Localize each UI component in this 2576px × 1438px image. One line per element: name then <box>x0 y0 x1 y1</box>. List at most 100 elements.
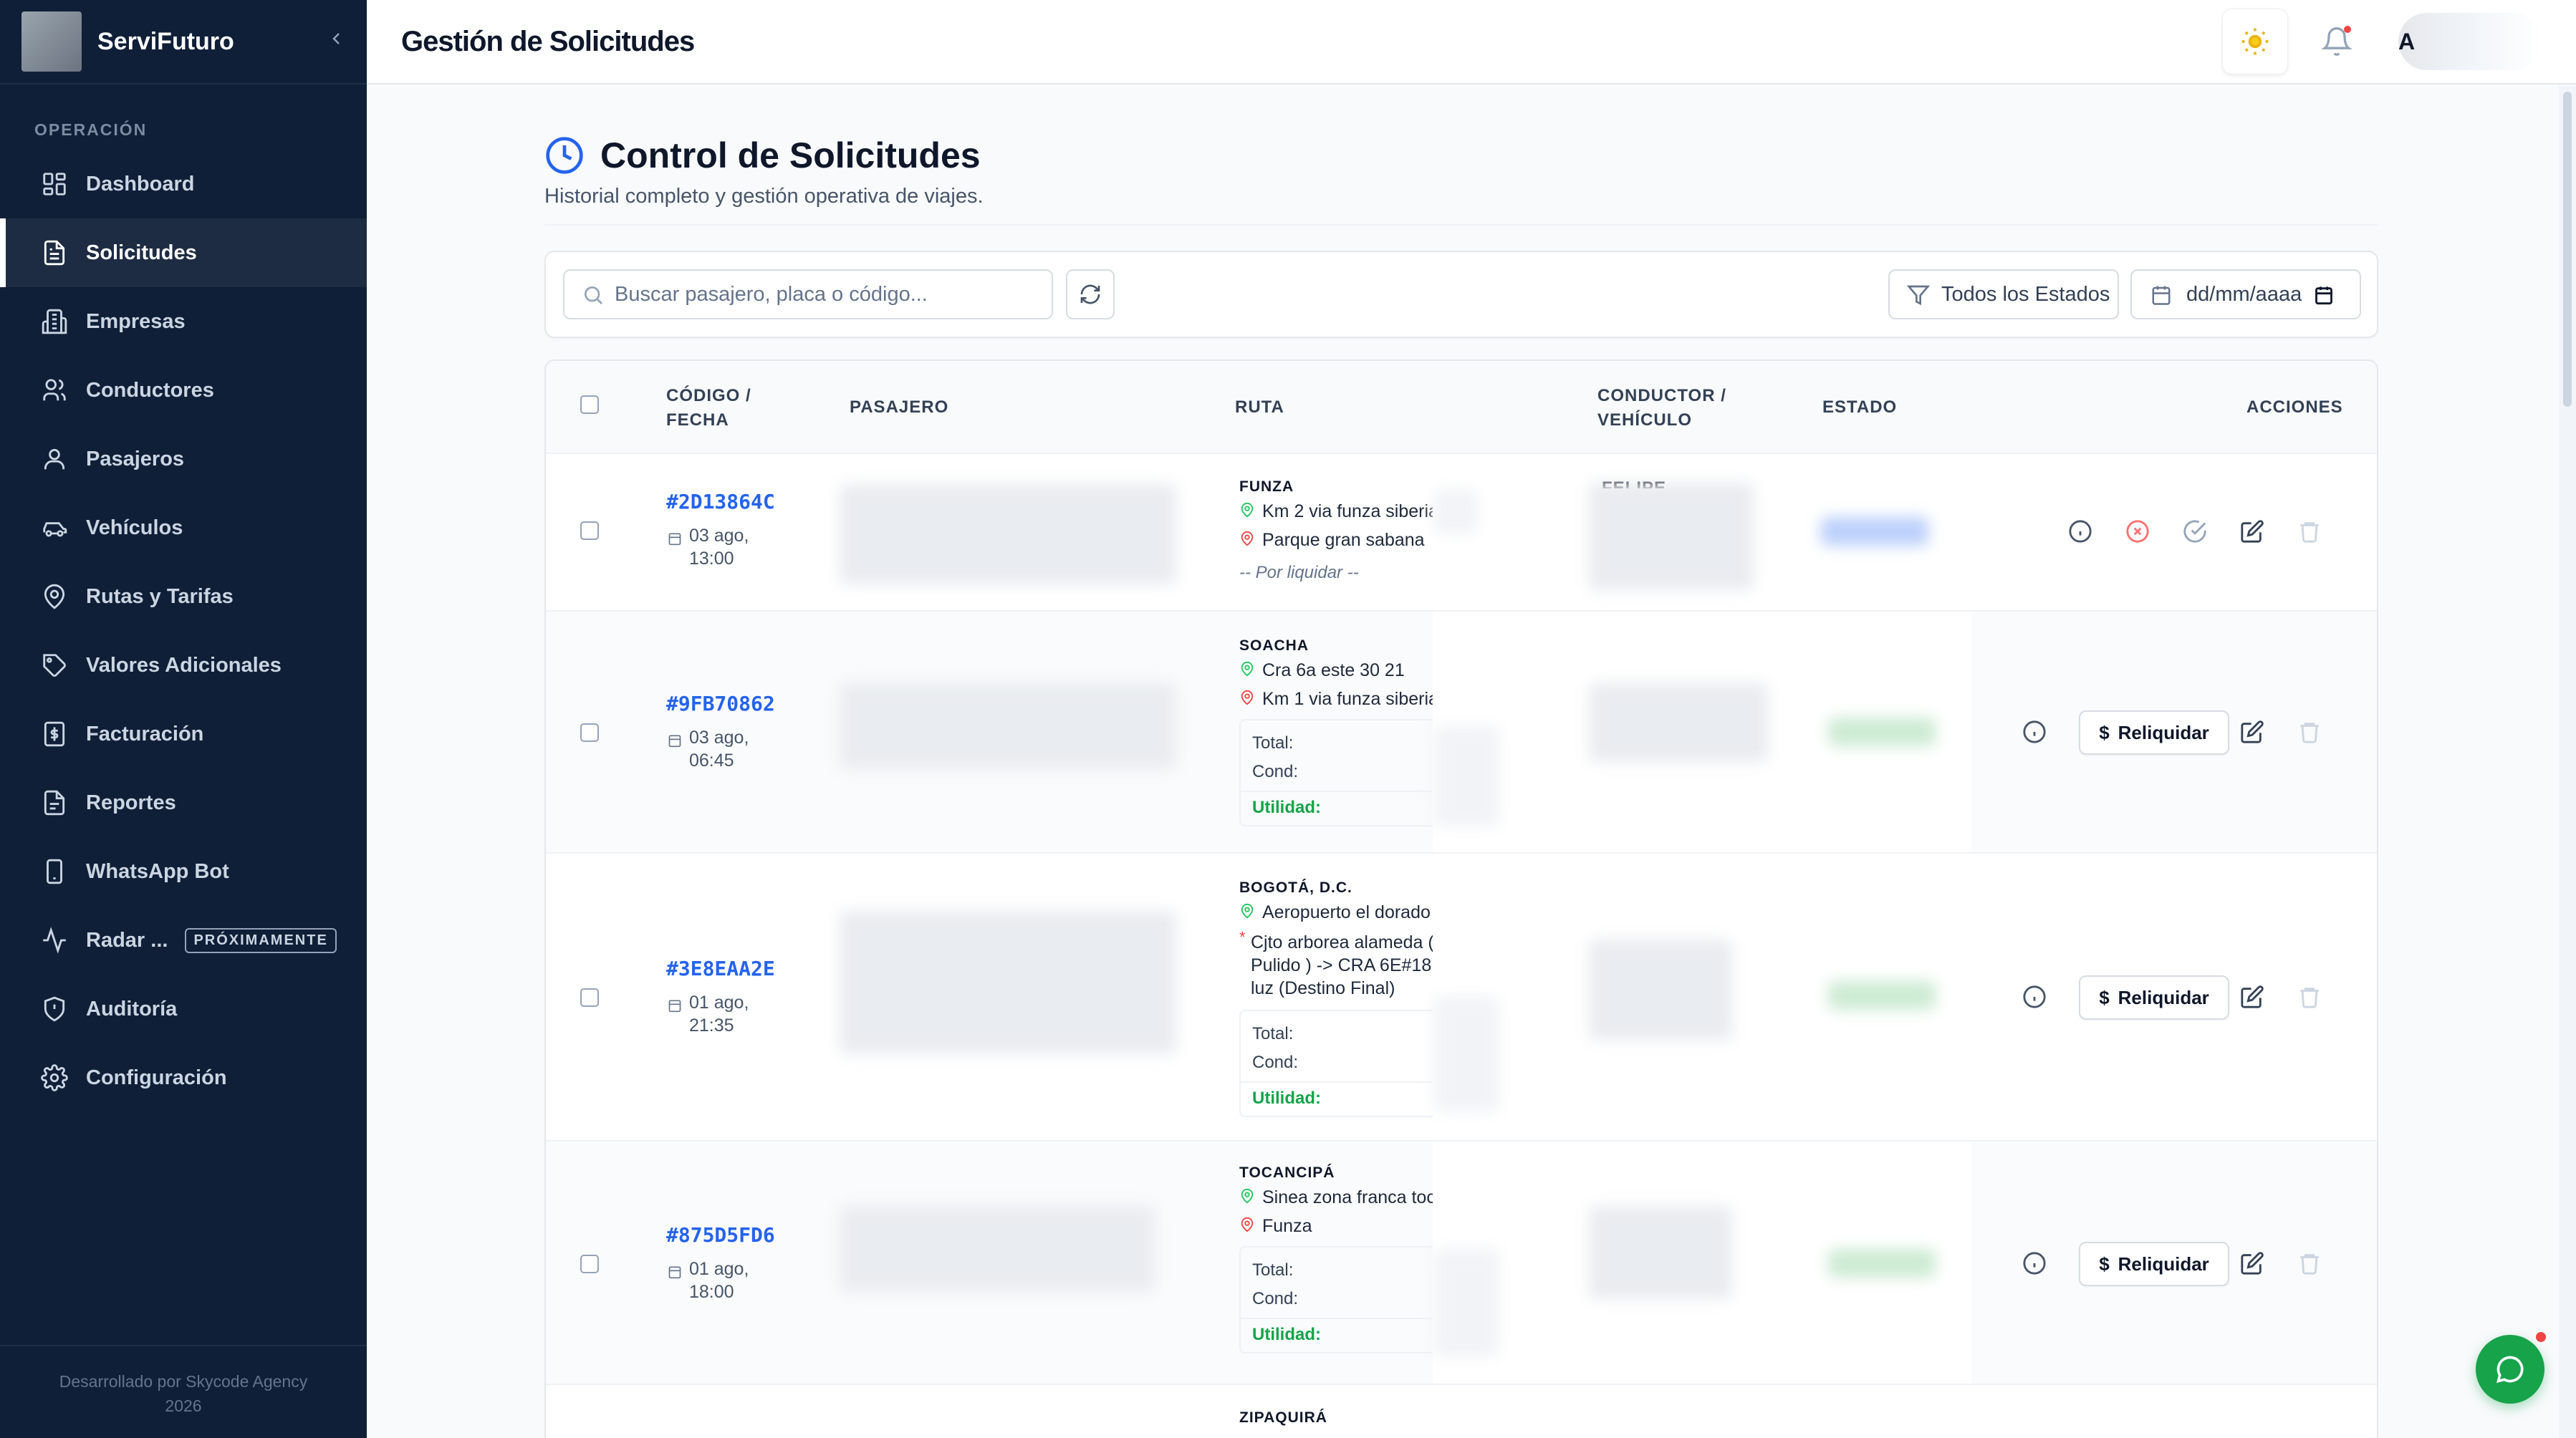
destination-pin-icon <box>1241 1217 1254 1232</box>
check-circle-icon <box>2183 520 2206 543</box>
sidebar-item-solicitudes[interactable]: Solicitudes <box>0 218 367 287</box>
header-line: VEHÍCULO <box>1597 410 1693 430</box>
request-code-link[interactable]: #9FB70862 <box>666 692 775 715</box>
sidebar-item-label: Conductores <box>86 378 214 402</box>
sidebar-item-configuracion[interactable]: Configuración <box>0 1043 367 1112</box>
details-button[interactable] <box>2020 983 2049 1011</box>
sidebar-item-label: Pasajeros <box>86 447 185 471</box>
sidebar-item-label: Solicitudes <box>86 241 197 264</box>
column-header-status: ESTADO <box>1822 397 1898 417</box>
details-button[interactable] <box>2020 1249 2049 1278</box>
sidebar-item-auditoria[interactable]: Auditoría <box>0 975 367 1043</box>
destination-pin-icon <box>1241 531 1254 546</box>
sidebar-item-label: WhatsApp Bot <box>86 859 229 883</box>
invoice-icon <box>40 720 69 748</box>
sidebar-item-pasajeros[interactable]: Pasajeros <box>0 425 367 493</box>
edit-button[interactable] <box>2238 1249 2267 1278</box>
calendar-icon <box>2152 286 2171 305</box>
edit-icon <box>2241 520 2264 543</box>
header-line: CONDUCTOR / <box>1597 386 1726 405</box>
row-checkbox[interactable] <box>580 723 599 742</box>
theme-toggle-button[interactable] <box>2222 9 2288 74</box>
details-button[interactable] <box>2020 718 2049 746</box>
chevron-left-icon <box>332 32 340 44</box>
delete-button[interactable] <box>2295 718 2324 746</box>
details-button[interactable] <box>2066 517 2095 546</box>
reliquidar-button[interactable]: $ Reliquidar <box>2079 710 2229 755</box>
passenger-redacted <box>840 683 1176 769</box>
sidebar-item-rutas[interactable]: Rutas y Tarifas <box>0 562 367 631</box>
sidebar-item-label: Reportes <box>86 791 176 814</box>
page-scrollbar[interactable] <box>2559 86 2576 1438</box>
complete-request-button[interactable] <box>2181 517 2209 546</box>
edit-icon <box>2241 1252 2264 1275</box>
sidebar-item-facturacion[interactable]: Facturación <box>0 700 367 768</box>
cond-label: Cond: <box>1252 762 1299 781</box>
map-pin-icon <box>40 582 69 611</box>
notifications-button[interactable] <box>2304 9 2370 74</box>
select-all-checkbox[interactable] <box>580 395 599 414</box>
status-badge <box>1828 1249 1936 1278</box>
x-circle-icon <box>2126 520 2149 543</box>
driver-redacted <box>1589 683 1768 762</box>
refresh-button[interactable] <box>1066 269 1115 319</box>
requests-table: CÓDIGO / FECHA PASAJERO RUTA CONDUCTOR /… <box>544 360 2378 1438</box>
route-origin: Cra 6a este 30 21 <box>1239 660 1437 681</box>
sidebar-item-vehiculos[interactable]: Vehículos <box>0 493 367 562</box>
building-icon <box>40 307 69 336</box>
scrollbar-thumb[interactable] <box>2563 92 2572 407</box>
sidebar-item-conductores[interactable]: Conductores <box>0 356 367 425</box>
info-icon <box>2023 985 2046 1008</box>
sidebar-item-label: Auditoría <box>86 997 178 1020</box>
edit-button[interactable] <box>2238 983 2267 1011</box>
sidebar-item-empresas[interactable]: Empresas <box>0 287 367 356</box>
row-checkbox[interactable] <box>580 1255 599 1273</box>
total-label: Total: <box>1252 1024 1294 1043</box>
filter-bar: Buscar pasajero, placa o código... Todos… <box>544 251 2378 338</box>
sidebar-item-reportes[interactable]: Reportes <box>0 768 367 837</box>
sidebar-item-radar[interactable]: Radar ... PRÓXIMAMENTE <box>0 906 367 975</box>
chat-button[interactable] <box>2476 1335 2544 1404</box>
request-code-link[interactable]: #2D13864C <box>666 490 775 513</box>
route-destination-text: Cjto arborea alameda ( Pulido ) -> CRA 6… <box>1251 932 1434 998</box>
route-city: FUNZA <box>1239 478 1294 495</box>
total-label: Total: <box>1252 733 1294 753</box>
money-divider <box>1241 791 1436 792</box>
sidebar-item-dashboard[interactable]: Dashboard <box>0 150 367 218</box>
request-date: 03 ago, 13:00 <box>668 524 749 570</box>
route-origin-text: Km 2 via funza siberia <box>1262 501 1437 521</box>
edit-button[interactable] <box>2238 718 2267 746</box>
date-filter-input[interactable]: dd/mm/aaaa <box>2130 269 2361 319</box>
collapse-sidebar-button[interactable] <box>328 28 345 56</box>
route-destination-text: Km 1 via funza siberia <box>1262 689 1437 709</box>
request-code-link[interactable]: #875D5FD6 <box>666 1223 775 1247</box>
utility-label: Utilidad: <box>1252 1089 1321 1108</box>
edit-button[interactable] <box>2238 517 2267 546</box>
search-input[interactable]: Buscar pasajero, placa o código... <box>563 269 1053 319</box>
utility-label: Utilidad: <box>1252 798 1321 817</box>
sun-icon <box>2241 28 2269 55</box>
delete-button[interactable] <box>2295 1249 2324 1278</box>
origin-pin-icon <box>1241 502 1254 518</box>
cancel-request-button[interactable] <box>2123 517 2152 546</box>
delete-button[interactable] <box>2295 517 2324 546</box>
dollar-icon: $ <box>2099 721 2110 743</box>
reliquidar-button[interactable]: $ Reliquidar <box>2079 1242 2229 1286</box>
trash-icon <box>2300 723 2319 743</box>
info-icon <box>2023 1252 2046 1275</box>
status-filter-select[interactable]: Todos los Estados <box>1888 269 2119 319</box>
reliquidar-button[interactable]: $ Reliquidar <box>2079 975 2229 1020</box>
origin-pin-icon <box>1241 1188 1254 1204</box>
sidebar-item-valores[interactable]: Valores Adicionales <box>0 631 367 700</box>
clock-icon <box>546 137 583 174</box>
money-values-redacted <box>1434 1249 1499 1356</box>
date-picker-icon[interactable] <box>2314 285 2334 305</box>
row-checkbox[interactable] <box>580 988 599 1007</box>
row-checkbox[interactable] <box>580 521 599 540</box>
user-menu[interactable]: A <box>2398 13 2542 70</box>
sidebar-item-whatsapp[interactable]: WhatsApp Bot <box>0 837 367 906</box>
delete-button[interactable] <box>2295 983 2324 1011</box>
dollar-icon: $ <box>2099 986 2110 1008</box>
sidebar-nav: Dashboard Solicitudes Empresas Conductor… <box>0 150 367 1112</box>
request-code-link[interactable]: #3E8EAA2E <box>666 957 775 980</box>
